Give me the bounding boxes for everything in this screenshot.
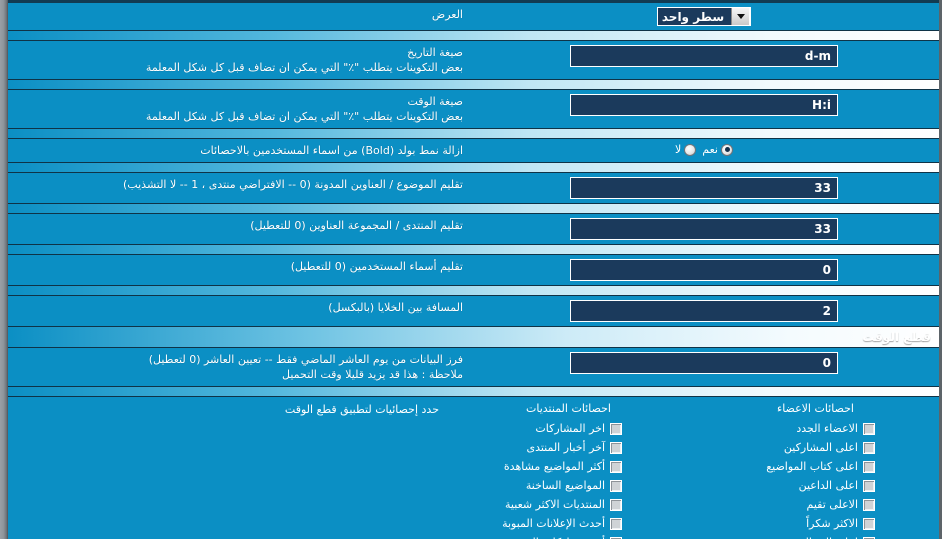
time-format-label: صيغة الوقت بعض التكوينات يتطلب "٪" التي …: [8, 90, 469, 128]
row-timecut-sort: فرز البيانات من يوم العاشر الماضي فقط --…: [8, 348, 939, 386]
row-display: سطر واحد العرض: [8, 3, 939, 30]
separator-2: [8, 79, 939, 90]
row-date-format: صيغة التاريخ بعض التكوينات يتطلب "٪" الت…: [8, 41, 939, 79]
timecut-sort-input-cell: [469, 348, 939, 378]
checkbox-icon[interactable]: [610, 498, 622, 511]
section-header-timecut: قطع الوقت: [8, 326, 939, 348]
timecut-sort-label: فرز البيانات من يوم العاشر الماضي فقط --…: [8, 348, 469, 386]
chevron-down-icon[interactable]: [731, 8, 751, 25]
date-format-hint: بعض التكوينات يتطلب "٪" التي يمكن ان تضا…: [145, 61, 463, 74]
bold-radio-cell: نعم لا: [469, 139, 939, 160]
checkbox-panel-label: حدد إحصائيات لتطبيق قطع الوقت: [284, 403, 439, 416]
checkbox-icon[interactable]: [863, 460, 875, 473]
radio-unselected-icon[interactable]: [684, 143, 697, 156]
display-select[interactable]: سطر واحد: [656, 7, 752, 26]
time-format-input[interactable]: [570, 94, 838, 116]
trim-topic-input-cell: [469, 173, 939, 203]
display-select-value: سطر واحد: [661, 9, 725, 24]
top-rule: [8, 0, 939, 3]
list-item[interactable]: اعلى كتاب المواضيع: [698, 457, 933, 476]
checkbox-icon[interactable]: [863, 422, 875, 435]
checkbox-column-forums-header: احصائات المنتديات: [526, 402, 611, 415]
cell-spacing-input[interactable]: [570, 300, 838, 322]
trim-topic-label: تقليم الموضوع / العناوين المدونة (0 -- ا…: [123, 178, 463, 191]
trim-topic-input[interactable]: [570, 177, 838, 199]
list-item[interactable]: أحدث الإعلانات المبوبة: [451, 514, 686, 533]
list-item[interactable]: اعلى الداعين: [698, 476, 933, 495]
bold-radio-group: نعم لا: [675, 143, 733, 156]
admin-options-page: سطر واحد العرض صيغة التاريخ بعض التكوينا…: [0, 0, 942, 539]
checkbox-column-forums: احصائات المنتديات اخر المشاركات آخر أخبا…: [445, 400, 692, 539]
bold-style-label: ازالة نمط بولد (Bold) من اسماء المستخدمي…: [200, 144, 463, 157]
separator-6: [8, 244, 939, 255]
separator-8: [8, 386, 939, 397]
trim-forum-input[interactable]: [570, 218, 838, 240]
checkbox-column-members-header: احصائات الاعضاء: [777, 402, 854, 415]
cell-spacing-label: المسافة بين الخلايا (بالبكسل): [328, 301, 463, 314]
trim-username-label: تقليم أسماء المستخدمين (0 للتعطيل): [290, 260, 463, 273]
list-item[interactable]: المواضيع الساخنة: [451, 476, 686, 495]
trim-forum-label: تقليم المنتدى / المجموعة العناوين (0 للت…: [250, 219, 463, 232]
display-label: العرض: [431, 8, 463, 21]
separator-4: [8, 162, 939, 173]
trim-username-input[interactable]: [570, 259, 838, 281]
cell-spacing-input-cell: [469, 296, 939, 326]
checkbox-icon[interactable]: [863, 479, 875, 492]
list-item[interactable]: اعلى المخالفين: [698, 533, 933, 539]
radio-selected-icon[interactable]: [721, 143, 733, 156]
trim-forum-input-cell: [469, 214, 939, 244]
bold-radio-yes-label: نعم: [702, 143, 718, 156]
separator-5: [8, 203, 939, 214]
row-trim-topic: تقليم الموضوع / العناوين المدونة (0 -- ا…: [8, 173, 939, 203]
timecut-checkbox-panel: احصائات الاعضاء الاعضاء الجدد اعلى المشا…: [8, 397, 939, 539]
checkbox-column-members: احصائات الاعضاء الاعضاء الجدد اعلى المشا…: [692, 400, 939, 539]
row-trim-forum: تقليم المنتدى / المجموعة العناوين (0 للت…: [8, 214, 939, 244]
bold-radio-no[interactable]: لا: [675, 143, 697, 156]
left-gutter: [0, 0, 8, 539]
list-item[interactable]: الاعضاء الجدد: [698, 419, 933, 438]
time-format-input-cell: [469, 90, 939, 120]
list-item[interactable]: اخر المشاركات: [451, 419, 686, 438]
timecut-sort-input[interactable]: [570, 352, 838, 374]
time-format-hint: بعض التكوينات يتطلب "٪" التي يمكن ان تضا…: [145, 110, 463, 123]
date-format-input-cell: [469, 41, 939, 71]
row-bold-style: نعم لا ازالة نمط بولد (Bold) من اسماء ال…: [8, 139, 939, 162]
checkbox-icon[interactable]: [610, 479, 622, 492]
checkbox-icon[interactable]: [610, 441, 622, 454]
list-item[interactable]: أكثر المواضيع مشاهدة: [451, 457, 686, 476]
checkbox-icon[interactable]: [863, 498, 875, 511]
timecut-sort-hint: ملاحظة : هذا قد يزيد قليلا وقت التحميل: [282, 368, 463, 381]
row-cell-spacing: المسافة بين الخلايا (بالبكسل): [8, 296, 939, 326]
section-header-timecut-title: قطع الوقت: [862, 330, 931, 344]
bold-radio-yes[interactable]: نعم: [702, 143, 733, 156]
list-item[interactable]: اعلى المشاركين: [698, 438, 933, 457]
row-trim-username: تقليم أسماء المستخدمين (0 للتعطيل): [8, 255, 939, 285]
separator-7: [8, 285, 939, 296]
date-format-label: صيغة التاريخ بعض التكوينات يتطلب "٪" الت…: [8, 41, 469, 79]
list-item[interactable]: المنتديات الاكثر شعبية: [451, 495, 686, 514]
list-item[interactable]: الاكثر شكراً: [698, 514, 933, 533]
list-item[interactable]: آخر أخبار المنتدى: [451, 438, 686, 457]
checkbox-icon[interactable]: [610, 422, 622, 435]
separator-1: [8, 30, 939, 41]
list-item[interactable]: الاعلى تقيم: [698, 495, 933, 514]
date-format-input[interactable]: [570, 45, 838, 67]
checkbox-icon[interactable]: [863, 441, 875, 454]
list-item[interactable]: أخر مشاركات المدونة: [451, 533, 686, 539]
separator-3: [8, 128, 939, 139]
options-content: سطر واحد العرض صيغة التاريخ بعض التكوينا…: [8, 3, 939, 539]
checkbox-icon[interactable]: [610, 460, 622, 473]
row-time-format: صيغة الوقت بعض التكوينات يتطلب "٪" التي …: [8, 90, 939, 128]
trim-username-input-cell: [469, 255, 939, 285]
bold-radio-no-label: لا: [675, 143, 682, 156]
display-select-cell: سطر واحد: [469, 3, 939, 30]
checkbox-icon[interactable]: [863, 517, 875, 530]
checkbox-icon[interactable]: [610, 517, 622, 530]
